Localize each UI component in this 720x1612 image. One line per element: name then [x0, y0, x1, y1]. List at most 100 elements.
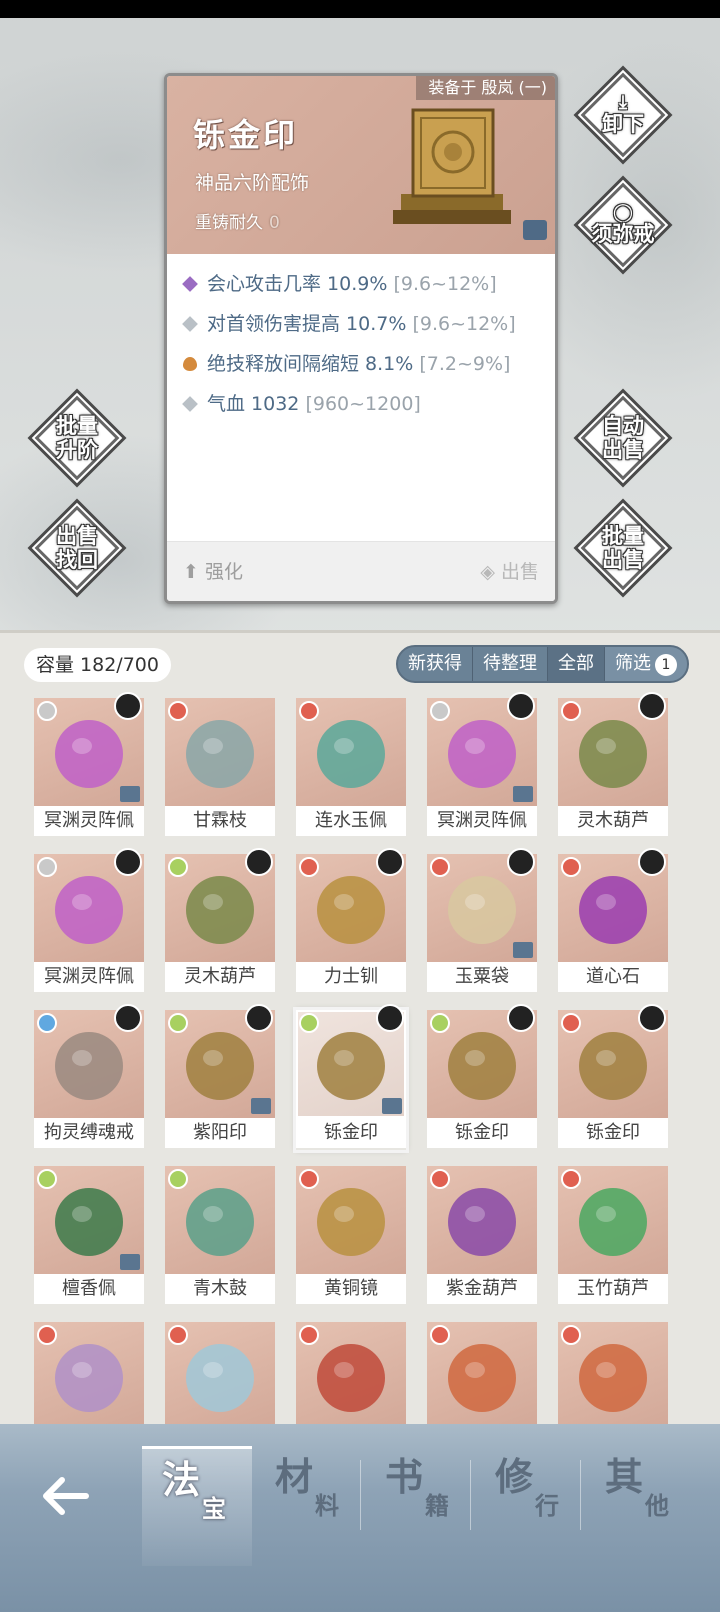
item-image — [317, 876, 385, 944]
element-icon — [430, 1013, 450, 1033]
inventory-item[interactable]: 连水玉佩 — [296, 698, 406, 838]
item-tile — [296, 1322, 406, 1430]
inventory-item[interactable]: 玉竹葫芦 — [558, 1166, 668, 1306]
inventory-item[interactable]: 冥渊灵阵佩 — [34, 692, 144, 838]
tab-books-small: 籍 — [425, 1491, 449, 1520]
item-image — [317, 1344, 385, 1412]
sumeru-label-2: 戒 — [633, 222, 655, 246]
lock-icon — [120, 786, 140, 802]
element-icon — [430, 701, 450, 721]
status-bar — [0, 0, 720, 18]
stat-text: 对首领伤害提高 10.7% — [207, 313, 407, 335]
inventory-item[interactable]: 紫金葫芦 — [427, 1166, 537, 1306]
arrow-up-icon: ⬆ — [183, 561, 205, 583]
element-icon — [430, 1169, 450, 1189]
batch-sell-button[interactable]: 批量 出售 — [577, 502, 669, 594]
item-tile — [296, 698, 406, 806]
sell-button[interactable]: ◈ 出售 — [480, 554, 539, 590]
element-icon — [168, 1169, 188, 1189]
item-tile — [296, 1166, 406, 1274]
inventory-item[interactable]: 拘灵缚魂戒 — [34, 1004, 144, 1150]
upgrade-button[interactable]: ⬆ 强化 — [183, 554, 243, 590]
item-tile — [427, 1322, 537, 1430]
inventory-item[interactable]: 铄金印 — [293, 1004, 409, 1153]
item-label: 铄金印 — [558, 1118, 668, 1148]
inventory-item[interactable]: 灵木葫芦 — [165, 848, 275, 994]
detail-action-bar: ⬆ 强化 ◈ 出售 — [167, 541, 555, 601]
owner-avatar — [245, 848, 273, 876]
item-image — [55, 876, 123, 944]
filter-label: 筛选 — [615, 653, 651, 674]
reforge-durability: 重铸耐久 0 — [195, 208, 280, 233]
item-tile — [558, 1166, 668, 1274]
inventory-item[interactable]: 力士钏 — [296, 848, 406, 994]
tab-materials[interactable]: 材料 — [255, 1446, 365, 1566]
stat-range: [960~1200] — [305, 393, 421, 415]
filter-tabs: 新获得 待整理 全部 筛选 1 — [396, 645, 689, 683]
element-icon — [37, 1169, 57, 1189]
tab-new[interactable]: 新获得 — [398, 647, 473, 681]
item-tile — [558, 1322, 668, 1430]
inventory-item[interactable]: 甘霖枝 — [165, 698, 275, 838]
owner-avatar — [638, 692, 666, 720]
inventory-item[interactable]: 青木鼓 — [165, 1166, 275, 1306]
inventory-item[interactable]: 檀香佩 — [34, 1166, 144, 1306]
purple-diamond-icon — [182, 276, 198, 292]
back-arrow-icon[interactable] — [36, 1466, 96, 1526]
inventory-item[interactable]: 道心石 — [558, 848, 668, 994]
inventory-item[interactable]: 灵木葫芦 — [558, 692, 668, 838]
owner-avatar — [376, 1004, 404, 1032]
tab-other-small: 他 — [645, 1491, 669, 1520]
element-icon — [37, 857, 57, 877]
owner-avatar — [507, 1004, 535, 1032]
tab-treasure[interactable]: 法宝 — [142, 1446, 252, 1566]
stat-range: [9.6~12%] — [412, 313, 516, 335]
tab-books[interactable]: 书籍 — [365, 1446, 475, 1566]
item-image — [448, 1188, 516, 1256]
batch-upgrade-button[interactable]: 批量 升阶 — [31, 392, 123, 484]
sell-recover-button[interactable]: 出售 找回 — [31, 502, 123, 594]
tab-to-organize[interactable]: 待整理 — [473, 647, 548, 681]
tab-all[interactable]: 全部 — [548, 647, 605, 681]
lock-icon — [120, 1254, 140, 1270]
inventory-item[interactable]: 铄金印 — [558, 1004, 668, 1150]
inventory-item[interactable]: 紫阳印 — [165, 1004, 275, 1150]
upgrade-label: 强化 — [204, 561, 243, 583]
inventory-item[interactable]: 铄金印 — [427, 1004, 537, 1150]
inventory-item[interactable]: 冥渊灵阵佩 — [427, 692, 537, 838]
stat-range: [9.6~12%] — [393, 273, 497, 295]
auto-sell-label-1: 自动 — [602, 414, 644, 438]
item-label: 檀香佩 — [34, 1274, 144, 1304]
element-icon — [37, 1325, 57, 1345]
element-icon — [299, 701, 319, 721]
item-label: 灵木葫芦 — [165, 962, 275, 992]
item-label: 灵木葫芦 — [558, 806, 668, 836]
owner-avatar — [638, 1004, 666, 1032]
stat-row: 对首领伤害提高 10.7% [9.6~12%] — [182, 304, 545, 344]
element-icon — [561, 1169, 581, 1189]
tab-filter[interactable]: 筛选 1 — [605, 647, 687, 681]
reforge-label: 重铸耐久 — [195, 213, 263, 233]
item-image — [448, 1344, 516, 1412]
unequip-button[interactable]: ⤓ 卸下 — [577, 69, 669, 161]
tab-cultivation[interactable]: 修行 — [475, 1446, 585, 1566]
item-image — [55, 720, 123, 788]
tab-other-big: 其 — [605, 1454, 644, 1499]
lock-icon — [382, 1098, 402, 1114]
item-label: 玉竹葫芦 — [558, 1274, 668, 1304]
inventory-item[interactable]: 玉粟袋 — [427, 848, 537, 994]
owner-avatar — [114, 1004, 142, 1032]
download-icon: ⤓ — [619, 92, 627, 113]
item-label: 紫阳印 — [165, 1118, 275, 1148]
owner-avatar — [638, 848, 666, 876]
lock-icon[interactable] — [523, 220, 547, 240]
auto-sell-button[interactable]: 自动 出售 — [577, 392, 669, 484]
tab-other[interactable]: 其他 — [585, 1446, 695, 1566]
inventory-item[interactable]: 冥渊灵阵佩 — [34, 848, 144, 994]
tab-treasure-big: 法 — [162, 1457, 201, 1502]
element-icon — [299, 1325, 319, 1345]
sumeru-ring-button[interactable]: ◯ 须弥戒 — [577, 179, 669, 271]
inventory-item[interactable]: 黄铜镜 — [296, 1166, 406, 1306]
item-image — [186, 1188, 254, 1256]
item-detail-header: 装备于 殷岚 (一) 铄金印 神品六阶配饰 重铸耐久 0 — [167, 76, 555, 254]
